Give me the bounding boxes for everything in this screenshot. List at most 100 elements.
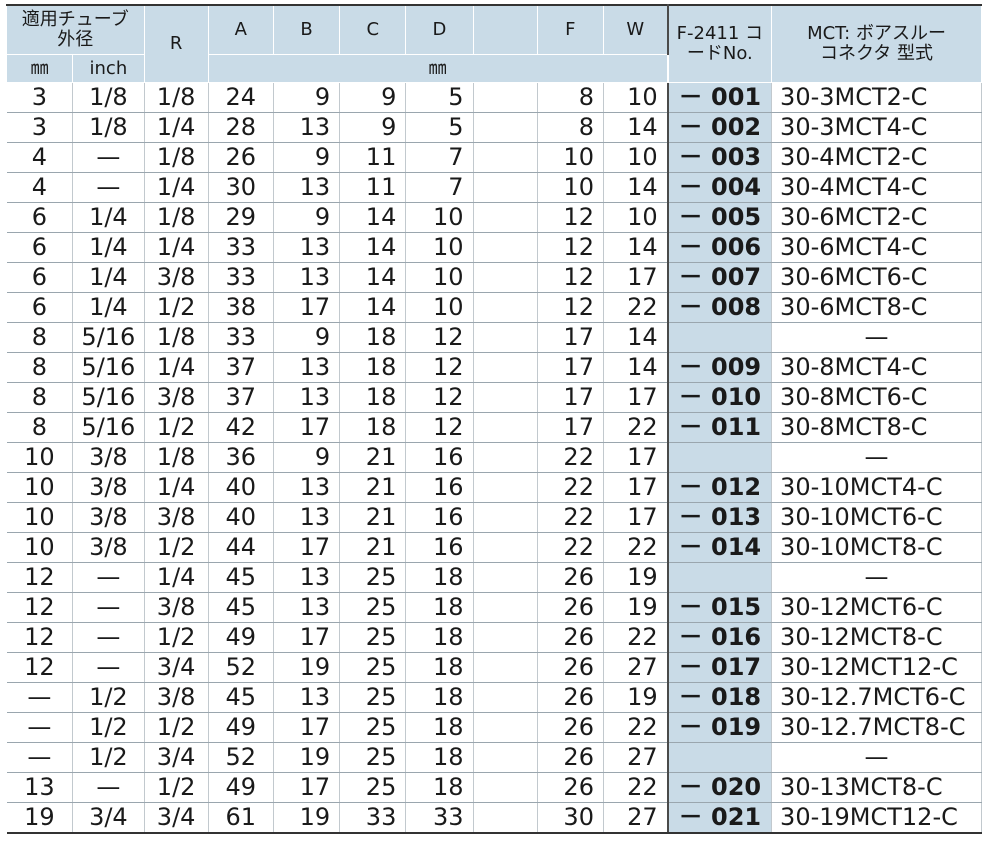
cell-mct: 30-4MCT4-C	[771, 172, 982, 203]
cell-inch: —	[72, 142, 145, 173]
header-a: A	[207, 4, 274, 55]
cell-f: 8	[537, 82, 604, 113]
header-c: C	[339, 4, 407, 55]
cell-d: 33	[405, 802, 474, 834]
cell-r: 1/4	[144, 172, 209, 203]
cell-a: 38	[208, 292, 274, 323]
table-row: —1/2 1/2 49 17 25 18 26 22 － 019 30-12.7MCT8-C	[6, 712, 982, 743]
table-row: 8 5/16 1/8 33 9 18 12 17 14 —	[6, 322, 982, 353]
cell-b: 17	[273, 622, 341, 653]
cell-c: 21	[339, 502, 407, 533]
cell-mct: 30-12.7MCT6-C	[771, 682, 982, 713]
table-row: 13—1/2 49 17 25 18 26 22 － 020 30-13MCT8-C	[6, 772, 982, 803]
cell-r: 1/2	[144, 712, 209, 743]
cell-a: 40	[208, 472, 274, 503]
header-w: W	[602, 4, 669, 55]
cell-w: 14	[603, 352, 669, 383]
cell-d: 7	[405, 142, 474, 173]
cell-d: 12	[405, 412, 474, 443]
table-header: 適用チューブ外径 R A B C D F W F-2411 コードNo. MCT…	[5, 4, 982, 83]
header-d: D	[405, 4, 474, 55]
cell-code: － 018	[667, 682, 773, 713]
cell-code: － 015	[667, 592, 773, 623]
cell-b: 13	[273, 472, 341, 503]
table-row: 6 1/4 1/2 38 17 14 10 12 22 － 008 30-6MCT8-C	[6, 292, 982, 323]
cell-w: 22	[603, 712, 669, 743]
cell-a: 33	[208, 322, 274, 353]
cell-r: 3/8	[144, 502, 209, 533]
cell-f: 12	[537, 262, 604, 293]
cell-code: － 001	[667, 82, 773, 113]
cell-r: 3/8	[144, 262, 209, 293]
cell-code: － 007	[667, 262, 773, 293]
cell-mct: 30-8MCT4-C	[771, 352, 982, 383]
cell-inch: 3/8	[72, 442, 145, 473]
cell-e	[473, 682, 538, 713]
cell-a: 45	[208, 682, 274, 713]
cell-mm: 6	[6, 202, 74, 233]
cell-e	[473, 742, 538, 773]
cell-f: 26	[537, 652, 604, 683]
cell-mm: 10	[6, 532, 74, 563]
cell-code: － 012	[667, 472, 773, 503]
cell-code: － 008	[667, 292, 773, 323]
cell-r: 3/8	[144, 592, 209, 623]
cell-code: － 016	[667, 622, 773, 653]
cell-f: 26	[537, 622, 604, 653]
cell-b: 13	[273, 382, 341, 413]
cell-c: 14	[339, 262, 407, 293]
cell-c: 21	[339, 472, 407, 503]
cell-r: 1/2	[144, 622, 209, 653]
cell-b: 19	[273, 802, 341, 834]
table-row: 6 1/4 1/8 29 9 14 10 12 10 － 005 30-6MCT2-C	[6, 202, 982, 233]
cell-a: 49	[208, 622, 274, 653]
cell-e	[473, 622, 538, 653]
cell-r: 1/4	[144, 352, 209, 383]
table-row: 12—3/8 45 13 25 18 26 19 － 015 30-12MCT6-C	[6, 592, 982, 623]
cell-code: － 004	[667, 172, 773, 203]
cell-code: － 011	[667, 412, 773, 443]
cell-d: 12	[405, 382, 474, 413]
cell-mct: 30-10MCT4-C	[771, 472, 982, 503]
cell-inch: 1/8	[72, 82, 145, 113]
cell-code: － 014	[667, 532, 773, 563]
cell-inch: —	[72, 652, 145, 683]
cell-w: 17	[603, 262, 669, 293]
cell-f: 12	[537, 292, 604, 323]
cell-r: 3/8	[144, 682, 209, 713]
cell-code: － 020	[667, 772, 773, 803]
cell-d: 18	[405, 622, 474, 653]
cell-mm: 19	[6, 802, 74, 834]
header-tube-od: 適用チューブ外径	[6, 4, 145, 55]
cell-b: 17	[273, 412, 341, 443]
cell-w: 27	[603, 652, 669, 683]
cell-code: － 003	[667, 142, 773, 173]
table-row: 4—1/8 26 9 11 7 10 10 － 003 30-4MCT2-C	[6, 142, 982, 173]
cell-a: 52	[208, 652, 274, 683]
cell-e	[473, 202, 538, 233]
cell-a: 61	[208, 802, 274, 834]
cell-c: 25	[339, 652, 407, 683]
cell-b: 13	[273, 112, 341, 143]
cell-mct: —	[771, 562, 982, 593]
cell-inch: 5/16	[72, 412, 145, 443]
cell-f: 17	[537, 352, 604, 383]
cell-c: 18	[339, 322, 407, 353]
header-unit-dim-mm: ㎜	[207, 54, 669, 83]
cell-r: 3/4	[144, 652, 209, 683]
cell-r: 1/2	[144, 412, 209, 443]
cell-f: 8	[537, 112, 604, 143]
cell-mm: 4	[6, 172, 74, 203]
cell-inch: 1/2	[72, 712, 145, 743]
cell-inch: 3/8	[72, 502, 145, 533]
cell-mm: 3	[6, 112, 74, 143]
cell-w: 10	[603, 142, 669, 173]
table-row: 12—1/2 49 17 25 18 26 22 － 016 30-12MCT8-C	[6, 622, 982, 653]
table-row: —1/2 3/4 52 19 25 18 26 27—	[6, 742, 982, 773]
cell-c: 25	[339, 682, 407, 713]
cell-f: 30	[537, 802, 604, 834]
cell-d: 10	[405, 262, 474, 293]
cell-mct: —	[771, 742, 982, 773]
cell-b: 19	[273, 742, 341, 773]
cell-e	[473, 502, 538, 533]
